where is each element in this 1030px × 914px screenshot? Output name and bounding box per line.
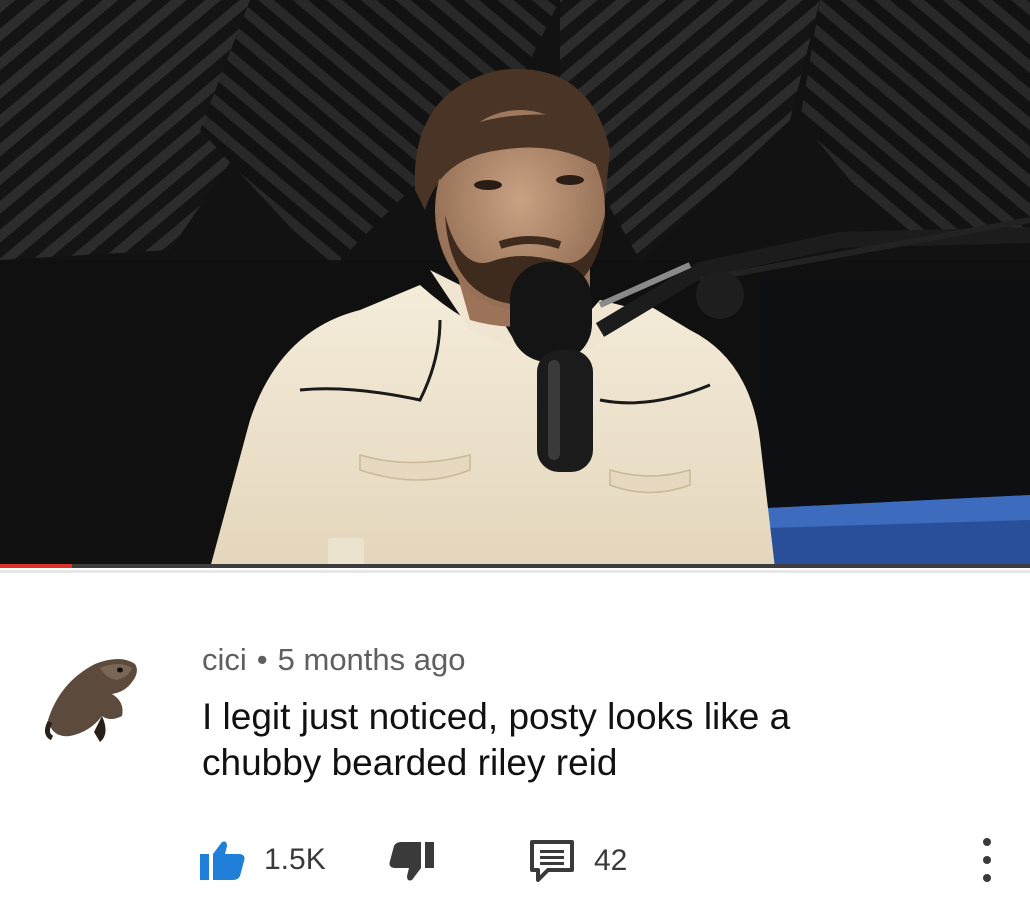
comment-meta: cici • 5 months ago: [202, 642, 466, 678]
video-frame: [0, 0, 1030, 568]
dot: [983, 856, 991, 864]
divider: [0, 570, 1030, 573]
like-count: 1.5K: [264, 843, 326, 876]
comment-actions: 1.5K 42: [0, 838, 1030, 882]
comment-text-line: I legit just noticed, posty looks like a: [202, 696, 791, 737]
thumbs-up-icon: [200, 841, 245, 880]
dot: [983, 874, 991, 882]
comment-author[interactable]: cici: [202, 642, 247, 677]
comment-timestamp[interactable]: 5 months ago: [278, 642, 466, 677]
avatar[interactable]: [40, 642, 150, 746]
dot: [983, 838, 991, 846]
thumbs-down-icon: [389, 842, 434, 881]
video-progress-fill: [0, 564, 73, 568]
reply-button[interactable]: 42: [530, 840, 627, 882]
comment-screenshot: cici • 5 months ago I legit just noticed, …: [0, 0, 1030, 914]
video-player[interactable]: [0, 0, 1030, 568]
reply-count: 42: [594, 844, 628, 877]
meta-separator: •: [256, 642, 268, 677]
like-button[interactable]: 1.5K: [200, 840, 326, 880]
video-progress-bar[interactable]: [0, 564, 1030, 568]
more-options-icon[interactable]: [975, 838, 999, 882]
comment-text-line: chubby bearded riley reid: [202, 742, 618, 783]
otter-avatar-image: [44, 659, 137, 742]
comment-icon: [530, 840, 574, 882]
comment-body: I legit just noticed, posty looks like a…: [202, 694, 962, 786]
dislike-button[interactable]: [388, 842, 434, 882]
